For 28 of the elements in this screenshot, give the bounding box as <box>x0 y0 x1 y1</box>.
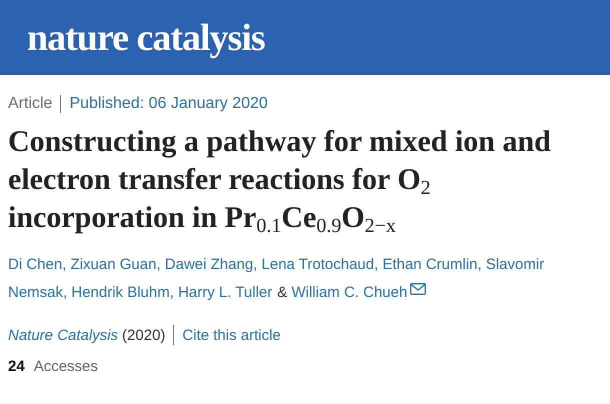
access-label: Accesses <box>34 359 98 374</box>
access-count: 24 <box>8 359 25 374</box>
author-separator: , <box>63 284 68 301</box>
published-date: Published: 06 January 2020 <box>69 96 268 112</box>
author-link-line[interactable]: Slavomir <box>486 256 544 273</box>
author-separator: , <box>253 256 258 273</box>
author-link[interactable]: Lena Trotochaud <box>262 256 374 273</box>
author-link[interactable]: Hendrik Bluhm <box>71 284 170 301</box>
author-link[interactable]: Di Chen <box>8 256 62 273</box>
author-separator: , <box>156 256 161 273</box>
author-separator: , <box>62 256 66 273</box>
author-link[interactable]: Harry L. Tuller <box>178 284 272 301</box>
journal-name: Nature Catalysis <box>8 328 118 342</box>
author-separator: , <box>374 256 378 273</box>
mail-icon[interactable] <box>410 283 426 295</box>
article-title: Constructing a pathway for mixed ion and electron transfer reactions for O$_{2}$ incorporation in Pr$_{0.1}$Ce$_{0.9}$O$_{2−x}$ <box>8 124 552 237</box>
cite-link[interactable]: Cite this article <box>182 328 281 342</box>
author-separator: & <box>277 284 288 301</box>
author-link[interactable]: Zixuan Guan <box>70 256 156 273</box>
author-link-line[interactable]: Nemsak <box>8 284 64 301</box>
author-link[interactable]: William C. Chueh <box>291 284 408 301</box>
author-link[interactable]: Dawei Zhang <box>164 256 254 273</box>
author-separator: , <box>478 256 482 273</box>
article-type: Article <box>8 96 52 112</box>
journal-logo[interactable]: nature catalysis <box>27 18 265 56</box>
publication-year: (2020) <box>122 328 166 342</box>
author-link[interactable]: Ethan Crumlin <box>382 256 478 273</box>
author-separator: , <box>170 284 174 301</box>
